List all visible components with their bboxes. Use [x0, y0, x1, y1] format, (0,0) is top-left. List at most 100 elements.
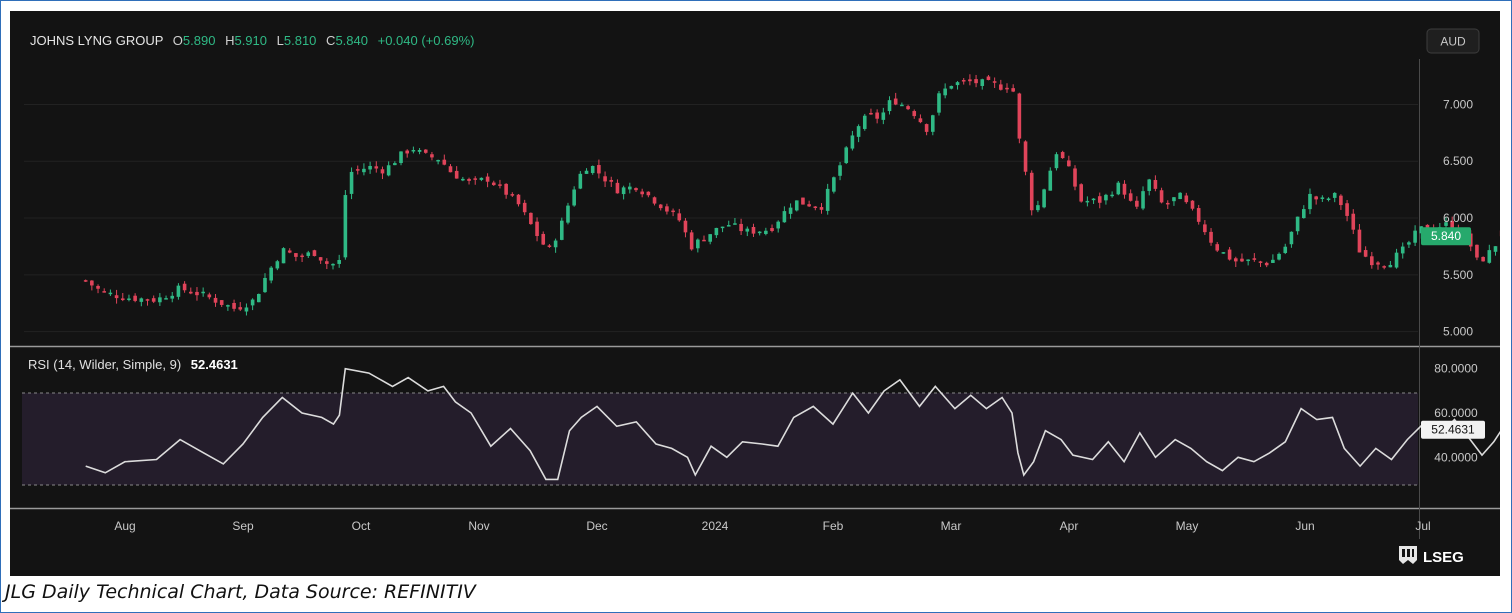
candle[interactable] — [739, 218, 743, 236]
candle[interactable] — [1215, 242, 1220, 253]
candle[interactable] — [782, 206, 787, 223]
candle[interactable] — [331, 263, 335, 270]
candle[interactable] — [825, 183, 830, 215]
candle[interactable] — [930, 114, 935, 136]
candle[interactable] — [306, 250, 311, 258]
candle[interactable] — [1159, 187, 1164, 204]
candle[interactable] — [1023, 140, 1028, 176]
candle[interactable] — [615, 179, 620, 194]
candle[interactable] — [566, 202, 570, 225]
candle[interactable] — [949, 85, 954, 90]
candle[interactable] — [992, 77, 997, 89]
candle[interactable] — [485, 173, 490, 188]
candle[interactable] — [244, 303, 249, 316]
candle[interactable] — [1407, 240, 1411, 248]
candle[interactable] — [1017, 92, 1022, 144]
candle[interactable] — [547, 244, 552, 248]
candle[interactable] — [127, 294, 131, 302]
candle[interactable] — [788, 203, 793, 219]
candle[interactable] — [343, 190, 348, 260]
candle[interactable] — [671, 208, 675, 217]
candle[interactable] — [634, 187, 638, 193]
candle[interactable] — [541, 231, 546, 246]
candle[interactable] — [1320, 195, 1325, 202]
candle[interactable] — [275, 259, 280, 271]
candle[interactable] — [1097, 192, 1102, 209]
candle[interactable] — [665, 203, 669, 215]
candle[interactable] — [133, 293, 137, 303]
candle[interactable] — [349, 167, 354, 200]
candle[interactable] — [1357, 224, 1362, 253]
candle[interactable] — [696, 238, 700, 253]
candle[interactable] — [955, 81, 960, 90]
candle[interactable] — [158, 293, 162, 306]
candle[interactable] — [832, 176, 836, 194]
candle[interactable] — [207, 292, 212, 300]
candle[interactable] — [1227, 247, 1232, 261]
candle[interactable] — [510, 192, 515, 198]
candle[interactable] — [1289, 231, 1294, 248]
candle[interactable] — [1394, 248, 1399, 269]
candle[interactable] — [757, 231, 762, 236]
candle[interactable] — [1116, 181, 1121, 196]
currency-button[interactable]: AUD — [1426, 28, 1480, 54]
candle[interactable] — [522, 199, 527, 216]
candle[interactable] — [386, 161, 391, 177]
candle[interactable] — [745, 226, 750, 237]
candle[interactable] — [609, 176, 614, 187]
candle[interactable] — [1073, 165, 1077, 191]
candle[interactable] — [1487, 244, 1492, 264]
candle[interactable] — [170, 291, 175, 303]
candle[interactable] — [1277, 252, 1281, 261]
candle[interactable] — [1067, 155, 1071, 167]
candle[interactable] — [974, 74, 978, 88]
candle[interactable] — [1382, 265, 1386, 270]
candle[interactable] — [1128, 189, 1133, 202]
candle[interactable] — [145, 298, 150, 306]
candle[interactable] — [312, 249, 317, 257]
candle[interactable] — [751, 223, 756, 237]
candle[interactable] — [1240, 253, 1244, 263]
candle[interactable] — [893, 92, 898, 106]
candle[interactable] — [1110, 191, 1114, 198]
candle[interactable] — [461, 176, 465, 182]
candle[interactable] — [219, 300, 224, 307]
candle[interactable] — [1258, 260, 1263, 267]
candle[interactable] — [683, 218, 688, 238]
candle[interactable] — [213, 294, 218, 307]
candle[interactable] — [714, 227, 719, 238]
candle[interactable] — [726, 220, 731, 227]
candle[interactable] — [1351, 209, 1356, 235]
candle[interactable] — [559, 217, 564, 241]
candle[interactable] — [430, 151, 434, 161]
candle[interactable] — [454, 166, 459, 179]
candle[interactable] — [1091, 198, 1096, 204]
candle[interactable] — [467, 177, 471, 185]
candle[interactable] — [1332, 192, 1337, 203]
candle[interactable] — [337, 254, 341, 268]
candle[interactable] — [1196, 204, 1201, 225]
candle[interactable] — [801, 197, 805, 205]
candle[interactable] — [708, 234, 712, 245]
candle[interactable] — [1079, 183, 1083, 203]
candle[interactable] — [578, 171, 583, 190]
candle[interactable] — [188, 287, 193, 295]
candle[interactable] — [856, 124, 861, 143]
candle[interactable] — [628, 182, 632, 194]
candle[interactable] — [504, 183, 508, 199]
candle[interactable] — [961, 78, 966, 85]
candle[interactable] — [1326, 197, 1331, 202]
candle[interactable] — [646, 191, 651, 198]
candle[interactable] — [1283, 243, 1288, 255]
candle[interactable] — [850, 130, 855, 151]
candle[interactable] — [1475, 244, 1479, 261]
candle[interactable] — [417, 148, 422, 155]
candle[interactable] — [269, 266, 273, 284]
candle[interactable] — [677, 208, 682, 222]
candle[interactable] — [1104, 193, 1108, 205]
candle[interactable] — [238, 302, 243, 312]
candle[interactable] — [1085, 196, 1090, 207]
candle[interactable] — [1314, 195, 1318, 205]
candle[interactable] — [1165, 200, 1170, 209]
candle[interactable] — [195, 287, 199, 301]
